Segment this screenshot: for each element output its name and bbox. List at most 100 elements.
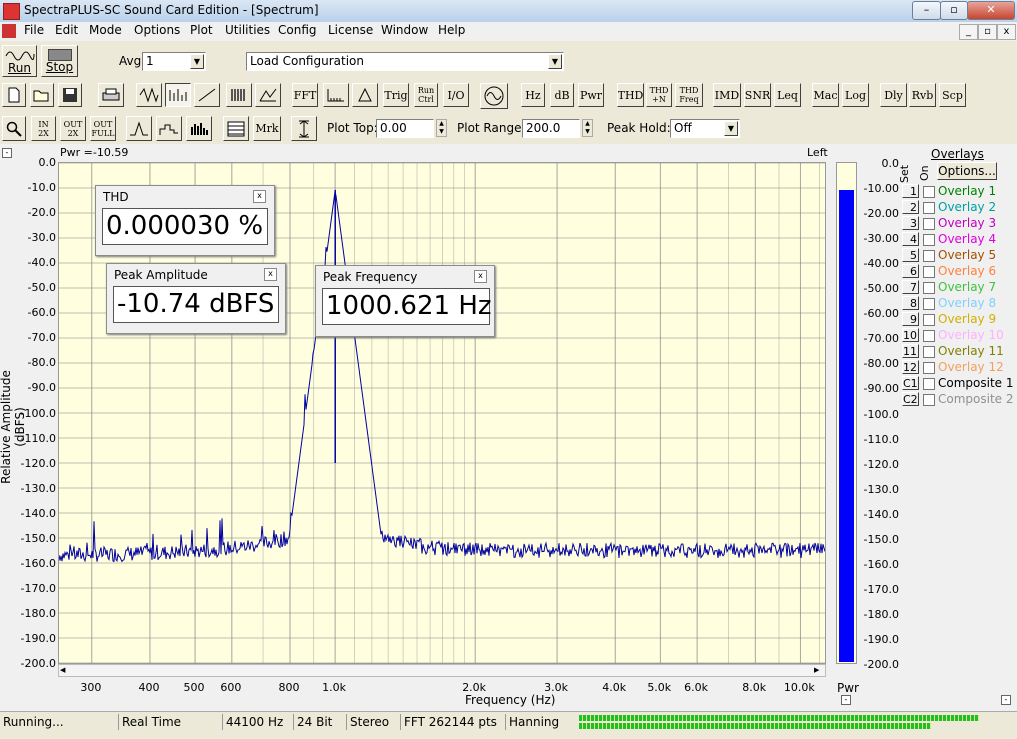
zoom-button[interactable] xyxy=(2,116,26,141)
octave-view-button[interactable] xyxy=(156,116,182,141)
open-file-button[interactable] xyxy=(30,83,54,107)
overlay-checkbox[interactable] xyxy=(923,314,935,326)
overlay-set-button[interactable]: 5 xyxy=(902,248,919,262)
chevron-down-icon[interactable]: ▼ xyxy=(724,121,738,136)
overlay-set-button[interactable]: 6 xyxy=(902,264,919,278)
zoom-out-full-button[interactable]: OUT FULL xyxy=(90,116,116,141)
overlay-checkbox[interactable] xyxy=(923,218,935,230)
overlay-set-button[interactable]: 8 xyxy=(902,296,919,310)
io-button[interactable]: I/O xyxy=(443,83,469,107)
overlay-checkbox[interactable] xyxy=(923,250,935,262)
close-icon[interactable]: x xyxy=(474,270,487,283)
spectrum-button[interactable] xyxy=(165,83,191,107)
overlay-set-button[interactable]: 9 xyxy=(902,312,919,326)
overlay-set-button[interactable]: 1 xyxy=(902,184,919,198)
mac-button[interactable]: Mac xyxy=(812,83,839,107)
panel-collapse-icon[interactable]: - xyxy=(1001,695,1011,705)
maximize-window-button[interactable]: ▫ xyxy=(940,1,968,20)
chevron-down-icon[interactable]: ▼ xyxy=(190,54,204,69)
mdi-minimize-button[interactable]: _ xyxy=(959,24,978,40)
meter-collapse-icon[interactable]: - xyxy=(841,695,851,705)
plot-range-spinner[interactable]: ▲ ▼ xyxy=(582,119,593,137)
peak-view-button[interactable] xyxy=(126,116,152,141)
overlay-checkbox[interactable] xyxy=(923,202,935,214)
sine-generator-button[interactable] xyxy=(480,83,508,109)
log-button[interactable]: Log xyxy=(842,83,869,107)
peak-amplitude-window[interactable]: Peak Amplitude x -10.74 dBFS xyxy=(106,263,286,334)
overlay-set-button[interactable]: 3 xyxy=(902,216,919,230)
overlay-checkbox[interactable] xyxy=(923,330,935,342)
overlay-checkbox[interactable] xyxy=(923,298,935,310)
menu-utilities[interactable]: Utilities xyxy=(225,23,270,37)
overlay-checkbox[interactable] xyxy=(923,186,935,198)
minimize-window-button[interactable]: – xyxy=(912,1,941,20)
overlay-checkbox[interactable] xyxy=(923,346,935,358)
menu-plot[interactable]: Plot xyxy=(190,23,213,37)
overlay-set-button[interactable]: 4 xyxy=(902,232,919,246)
snr-button[interactable]: SNR xyxy=(744,83,771,107)
mdi-close-button[interactable]: x xyxy=(997,24,1016,40)
leq-button[interactable]: Leq xyxy=(774,83,801,107)
avg-select[interactable]: 1 ▼ xyxy=(142,52,206,71)
stop-button[interactable]: Stop xyxy=(41,45,78,77)
print-button[interactable] xyxy=(98,83,124,107)
menu-help[interactable]: Help xyxy=(438,23,465,37)
chevron-down-icon[interactable]: ▼ xyxy=(548,54,562,69)
delay-button[interactable]: Dly xyxy=(880,83,907,107)
overlay-set-button[interactable]: 12 xyxy=(902,360,919,374)
plot-top-spinner[interactable]: ▲ ▼ xyxy=(436,119,447,137)
run-control-button[interactable]: Run Ctrl xyxy=(414,83,438,107)
menu-mode[interactable]: Mode xyxy=(89,23,122,37)
overlay-checkbox[interactable] xyxy=(923,378,935,390)
zoom-out-2x-button[interactable]: OUT 2X xyxy=(60,116,86,141)
imd-button[interactable]: IMD xyxy=(713,83,741,107)
horizontal-scrollbar[interactable]: ◀ ▶ xyxy=(58,664,826,677)
new-file-button[interactable] xyxy=(2,83,26,107)
thd-freq-button[interactable]: THD Freq xyxy=(675,83,703,107)
hz-units-button[interactable]: Hz xyxy=(521,83,545,107)
mdi-restore-button[interactable]: ▫ xyxy=(978,24,997,40)
thd-readout-window[interactable]: THD x 0.000030 % xyxy=(95,185,275,256)
overlay-set-button[interactable]: 10 xyxy=(902,328,919,342)
power-units-button[interactable]: Pwr xyxy=(578,83,604,107)
overlay-checkbox[interactable] xyxy=(923,234,935,246)
overlay-options-button[interactable]: Options... xyxy=(937,162,997,180)
plot-top-input[interactable]: 0.00 xyxy=(376,119,434,138)
time-series-button[interactable] xyxy=(136,83,162,107)
signal-generator-button[interactable] xyxy=(352,83,378,107)
overlay-checkbox[interactable] xyxy=(923,282,935,294)
scroll-left-icon[interactable]: ◀ xyxy=(60,666,70,675)
overlay-checkbox[interactable] xyxy=(923,266,935,278)
fft-button[interactable]: FFT xyxy=(292,83,318,107)
trigger-button[interactable]: Trig xyxy=(383,83,409,107)
run-button[interactable]: Run xyxy=(2,45,37,77)
thd-n-button[interactable]: THD +N xyxy=(646,83,672,107)
overlay-set-button[interactable]: 7 xyxy=(902,280,919,294)
overlay-checkbox[interactable] xyxy=(923,394,935,406)
zoom-in-2x-button[interactable]: IN 2X xyxy=(31,116,56,141)
spectrogram-button[interactable] xyxy=(226,83,252,107)
phase-button[interactable] xyxy=(194,83,220,107)
menu-config[interactable]: Config xyxy=(278,23,317,37)
menu-options[interactable]: Options xyxy=(134,23,180,37)
close-icon[interactable]: x xyxy=(264,268,277,281)
plot-range-input[interactable]: 200.0 xyxy=(522,119,580,138)
menu-file[interactable]: File xyxy=(24,23,44,37)
menu-window[interactable]: Window xyxy=(381,23,428,37)
overlay-set-button[interactable]: C2 xyxy=(902,392,919,406)
overlay-set-button[interactable]: 2 xyxy=(902,200,919,214)
close-window-button[interactable]: ✕ xyxy=(967,1,1015,20)
marker-button[interactable]: Mrk xyxy=(253,116,281,141)
menu-edit[interactable]: Edit xyxy=(55,23,78,37)
scroll-right-icon[interactable]: ▶ xyxy=(814,666,824,675)
vertical-scale-button[interactable] xyxy=(291,116,317,141)
bar-view-button[interactable] xyxy=(186,116,212,141)
db-units-button[interactable]: dB xyxy=(550,83,574,107)
peak-hold-select[interactable]: Off ▼ xyxy=(670,119,740,138)
peak-frequency-window[interactable]: Peak Frequency x 1000.621 Hz xyxy=(315,265,495,337)
menu-license[interactable]: License xyxy=(328,23,373,37)
scope-button[interactable]: Scp xyxy=(939,83,966,107)
reverb-button[interactable]: Rvb xyxy=(909,83,936,107)
overlay-set-button[interactable]: 11 xyxy=(902,344,919,358)
ruler-button[interactable] xyxy=(323,83,349,107)
